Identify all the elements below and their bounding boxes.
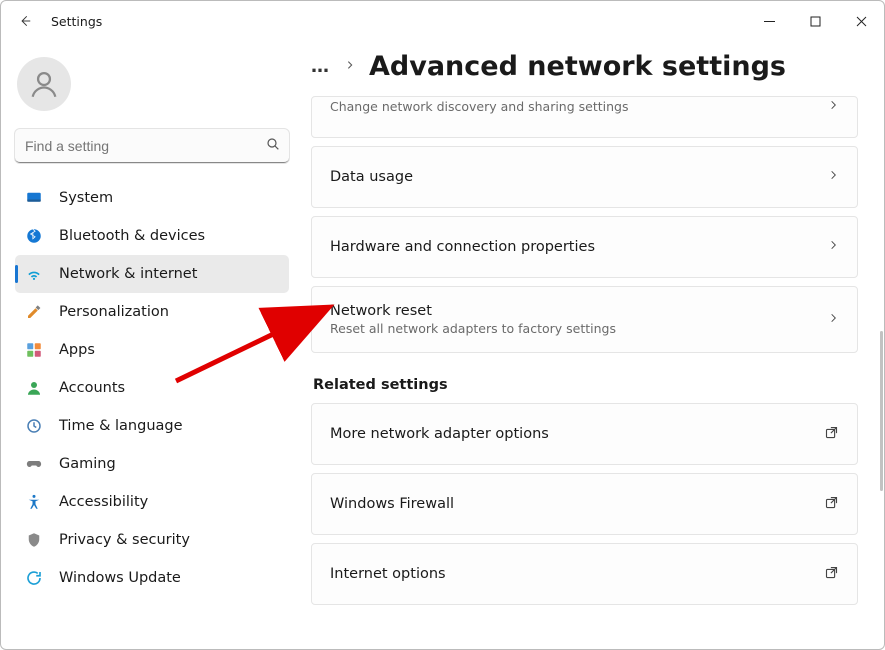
- sidebar-item-privacy[interactable]: Privacy & security: [15, 521, 289, 559]
- sidebar-item-label: Network & internet: [59, 266, 197, 282]
- close-button[interactable]: [838, 1, 884, 41]
- gaming-icon: [25, 455, 43, 473]
- sidebar-item-label: Privacy & security: [59, 532, 190, 548]
- card-title: Data usage: [330, 169, 828, 185]
- chevron-right-icon: [828, 97, 839, 117]
- sidebar-item-label: Bluetooth & devices: [59, 228, 205, 244]
- chevron-right-icon: [828, 310, 839, 330]
- sidebar-item-accessibility[interactable]: Accessibility: [15, 483, 289, 521]
- card-title: Hardware and connection properties: [330, 239, 828, 255]
- scrollbar[interactable]: [880, 101, 883, 649]
- sidebar-item-label: Personalization: [59, 304, 169, 320]
- maximize-button[interactable]: [792, 1, 838, 41]
- breadcrumb: … Advanced network settings: [311, 51, 858, 82]
- search-icon[interactable]: [265, 136, 281, 156]
- window-controls: [746, 1, 884, 41]
- sidebar-item-personalization[interactable]: Personalization: [15, 293, 289, 331]
- minimize-button[interactable]: [746, 1, 792, 41]
- sidebar: System Bluetooth & devices Network & int…: [1, 41, 301, 649]
- sidebar-item-label: Time & language: [59, 418, 183, 434]
- card-subtitle: Reset all network adapters to factory se…: [330, 321, 828, 336]
- chevron-right-icon: [828, 237, 839, 257]
- sidebar-item-label: Accessibility: [59, 494, 148, 510]
- system-icon: [25, 189, 43, 207]
- chevron-right-icon: [345, 58, 355, 76]
- external-link-icon: [824, 565, 839, 584]
- external-link-icon: [824, 425, 839, 444]
- accessibility-icon: [25, 493, 43, 511]
- card-title: Windows Firewall: [330, 496, 824, 512]
- sidebar-item-gaming[interactable]: Gaming: [15, 445, 289, 483]
- search-input[interactable]: [15, 129, 289, 163]
- external-link-icon: [824, 495, 839, 514]
- main: … Advanced network settings Change netwo…: [301, 41, 884, 649]
- card-network-discovery[interactable]: Change network discovery and sharing set…: [311, 96, 858, 138]
- card-data-usage[interactable]: Data usage: [311, 146, 858, 208]
- sidebar-item-label: Gaming: [59, 456, 116, 472]
- sidebar-item-label: Windows Update: [59, 570, 181, 586]
- breadcrumb-more-icon[interactable]: …: [311, 56, 331, 77]
- back-button[interactable]: [15, 11, 35, 31]
- bluetooth-icon: [25, 227, 43, 245]
- sidebar-item-apps[interactable]: Apps: [15, 331, 289, 369]
- sidebar-item-time[interactable]: Time & language: [15, 407, 289, 445]
- related-settings-heading: Related settings: [313, 377, 858, 393]
- card-network-reset[interactable]: Network reset Reset all network adapters…: [311, 286, 858, 353]
- sidebar-item-accounts[interactable]: Accounts: [15, 369, 289, 407]
- card-windows-firewall[interactable]: Windows Firewall: [311, 473, 858, 535]
- card-title: Internet options: [330, 566, 824, 582]
- update-icon: [25, 569, 43, 587]
- sidebar-item-label: System: [59, 190, 113, 206]
- chevron-right-icon: [828, 167, 839, 187]
- privacy-icon: [25, 531, 43, 549]
- window-title: Settings: [51, 14, 102, 29]
- card-title: More network adapter options: [330, 426, 824, 442]
- sidebar-item-label: Apps: [59, 342, 95, 358]
- sidebar-item-label: Accounts: [59, 380, 125, 396]
- sidebar-item-update[interactable]: Windows Update: [15, 559, 289, 597]
- card-hardware-properties[interactable]: Hardware and connection properties: [311, 216, 858, 278]
- card-more-adapter-options[interactable]: More network adapter options: [311, 403, 858, 465]
- accounts-icon: [25, 379, 43, 397]
- search-wrap: [15, 129, 289, 163]
- wifi-icon: [25, 265, 43, 283]
- card-title: Network reset: [330, 303, 828, 319]
- time-language-icon: [25, 417, 43, 435]
- nav: System Bluetooth & devices Network & int…: [15, 179, 289, 597]
- personalization-icon: [25, 303, 43, 321]
- card-internet-options[interactable]: Internet options: [311, 543, 858, 605]
- sidebar-item-network[interactable]: Network & internet: [15, 255, 289, 293]
- apps-icon: [25, 341, 43, 359]
- titlebar: Settings: [1, 1, 884, 41]
- scrollbar-thumb[interactable]: [880, 331, 883, 491]
- page-title: Advanced network settings: [369, 51, 786, 82]
- avatar[interactable]: [17, 57, 71, 111]
- sidebar-item-bluetooth[interactable]: Bluetooth & devices: [15, 217, 289, 255]
- sidebar-item-system[interactable]: System: [15, 179, 289, 217]
- card-subtitle: Change network discovery and sharing set…: [330, 99, 828, 114]
